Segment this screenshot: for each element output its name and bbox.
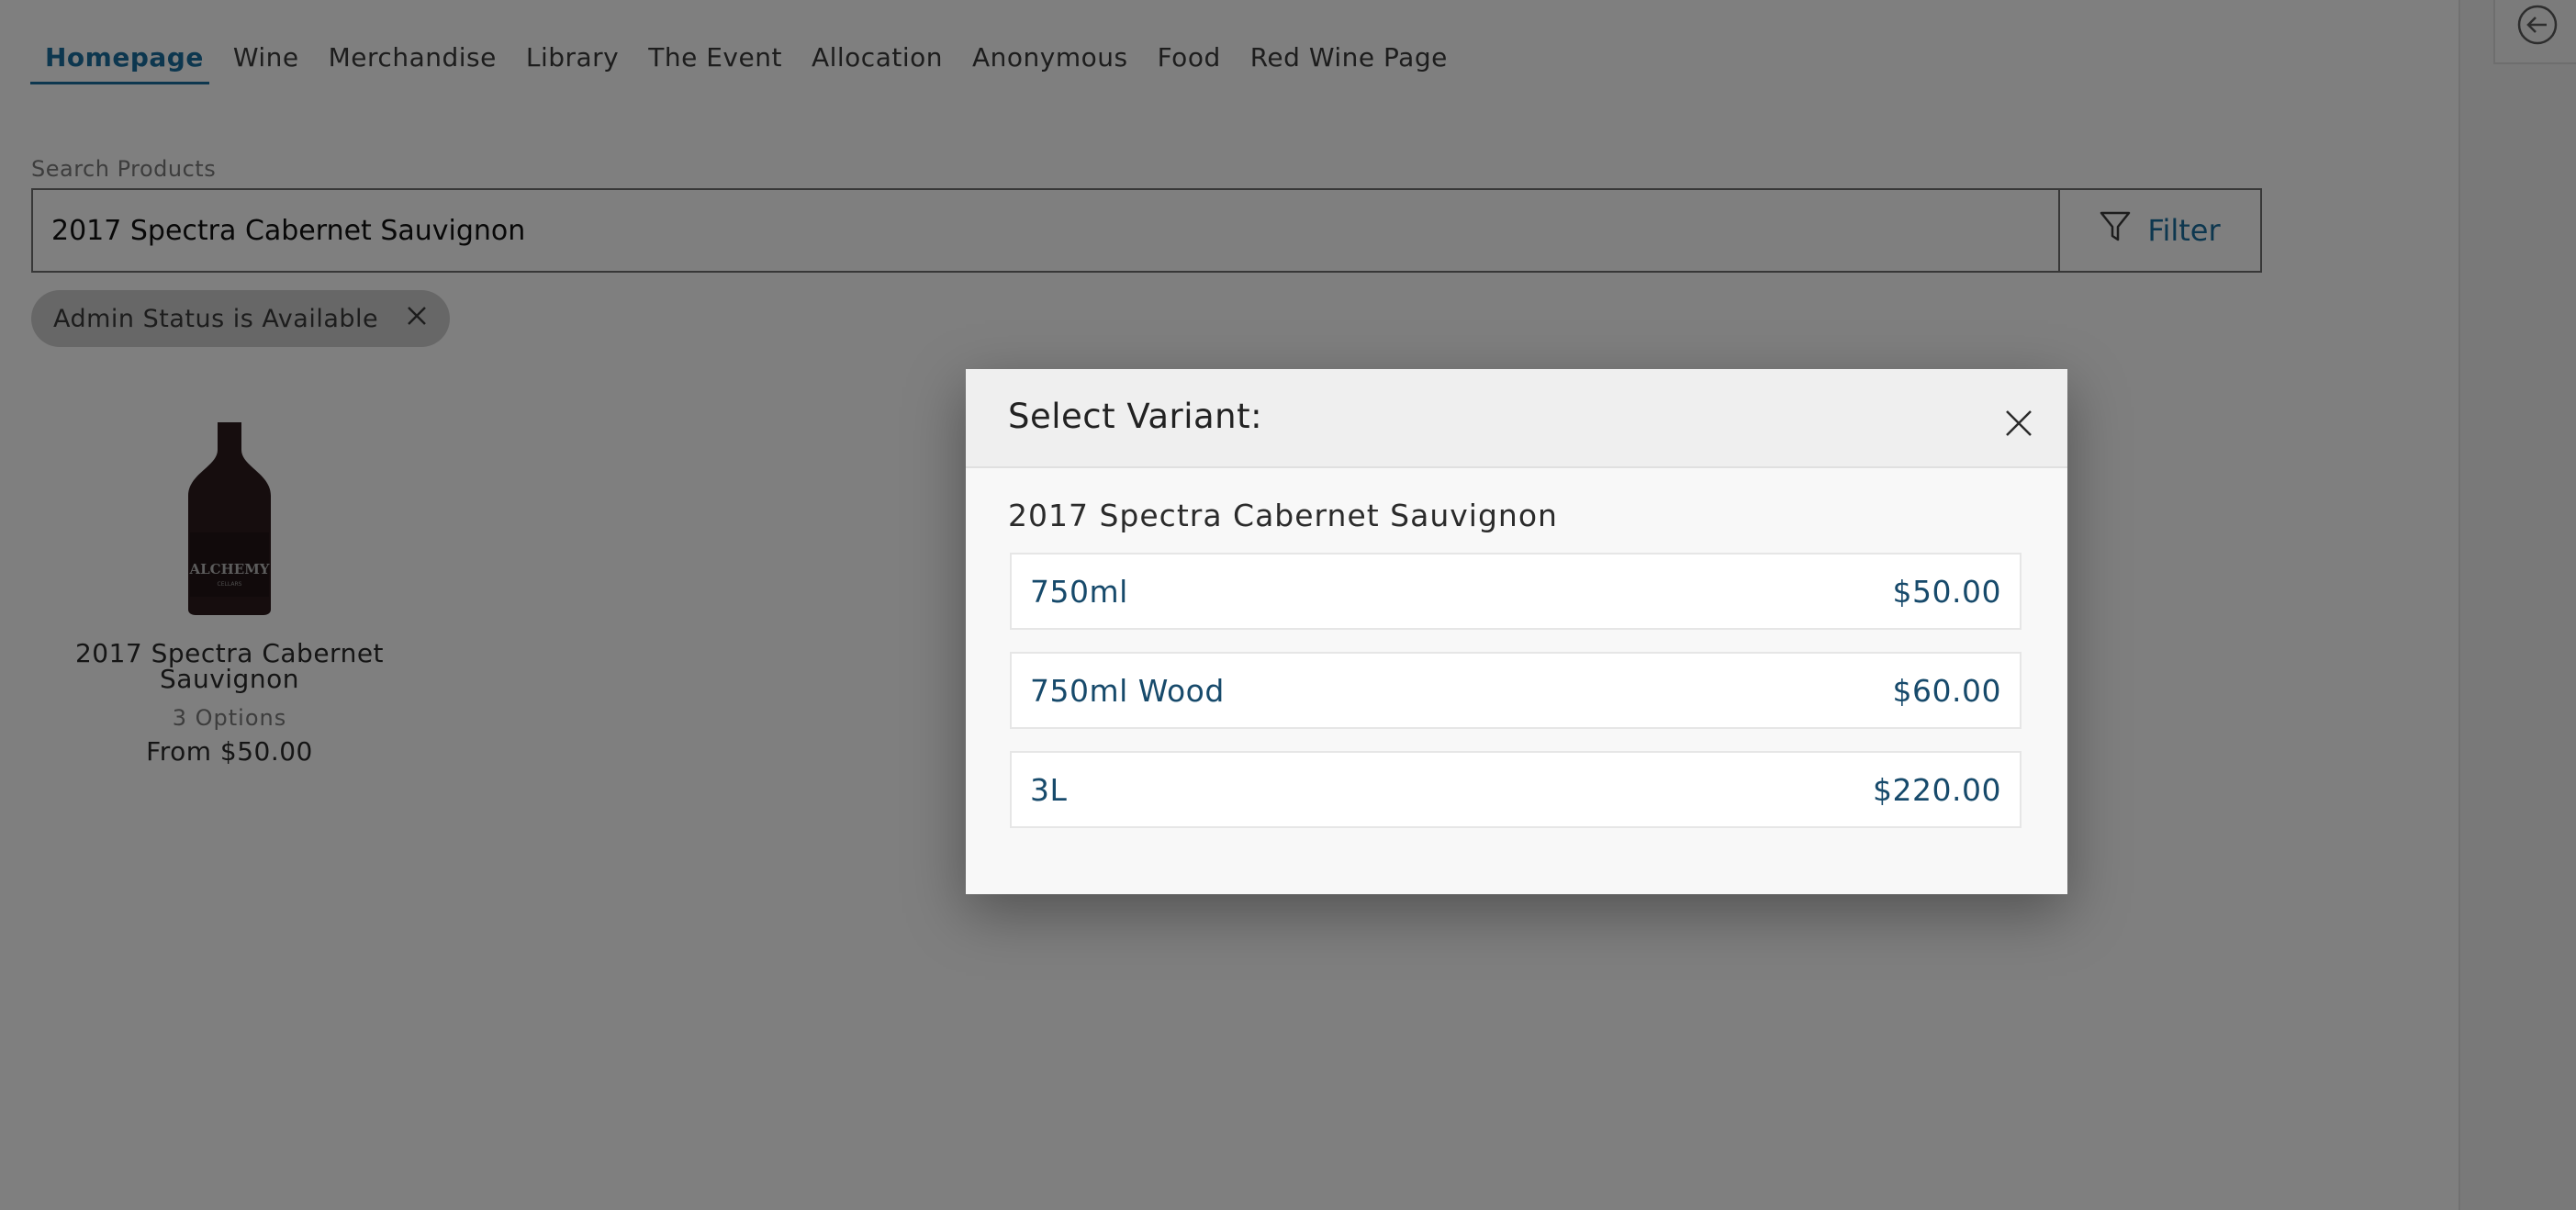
variant-price: $50.00 bbox=[1892, 573, 2001, 610]
variant-price: $220.00 bbox=[1873, 771, 2001, 808]
variant-label: 750ml Wood bbox=[1030, 672, 1225, 709]
variant-price: $60.00 bbox=[1892, 672, 2001, 709]
variant-list: 750ml $50.00 750ml Wood $60.00 3L $220.0… bbox=[1010, 553, 2022, 850]
close-icon[interactable] bbox=[2003, 408, 2034, 439]
variant-option[interactable]: 750ml $50.00 bbox=[1010, 553, 2022, 630]
variant-label: 3L bbox=[1030, 771, 1068, 808]
variant-label: 750ml bbox=[1030, 573, 1128, 610]
variant-option[interactable]: 3L $220.00 bbox=[1010, 751, 2022, 828]
modal-title: Select Variant: bbox=[1008, 397, 1263, 436]
modal-header: Select Variant: bbox=[966, 369, 2067, 468]
variant-option[interactable]: 750ml Wood $60.00 bbox=[1010, 652, 2022, 729]
modal-product-name: 2017 Spectra Cabernet Sauvignon bbox=[1008, 498, 1558, 533]
select-variant-modal: Select Variant: 2017 Spectra Cabernet Sa… bbox=[966, 369, 2067, 894]
